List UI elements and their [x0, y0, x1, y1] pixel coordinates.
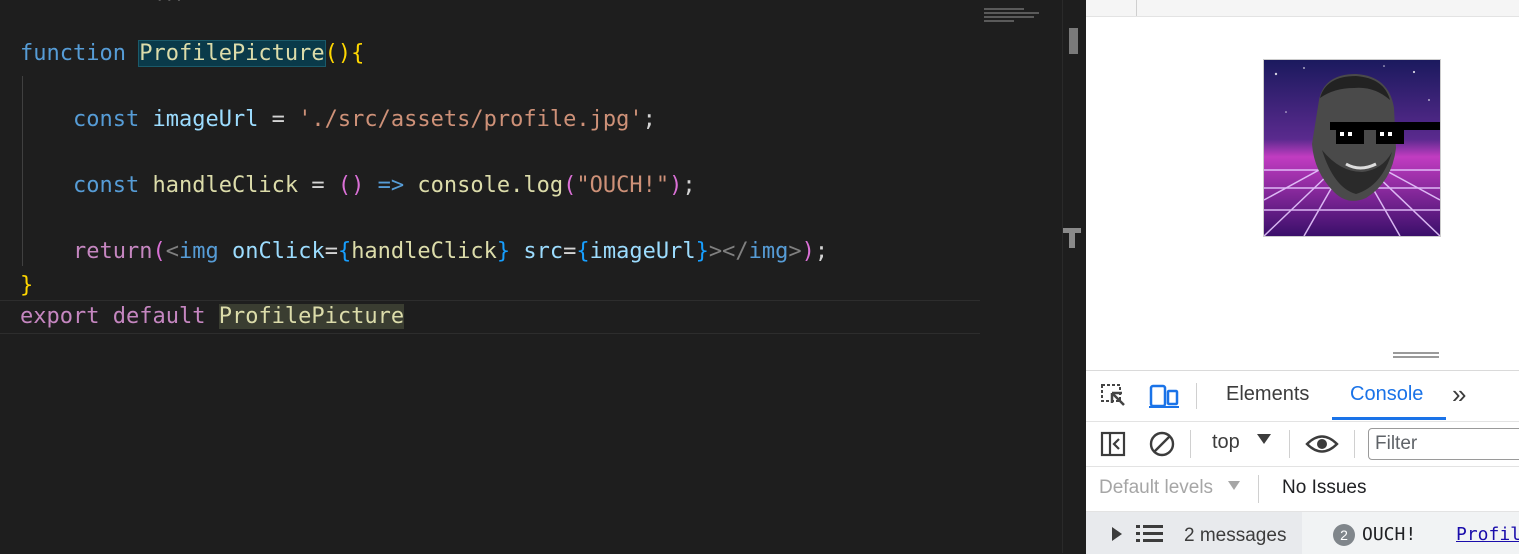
- log-repeat-count-badge: 2: [1333, 524, 1355, 546]
- close-brace: }: [20, 273, 34, 298]
- clear-console-icon[interactable]: [1148, 430, 1176, 458]
- profile-picture-meme-icon: [1264, 60, 1440, 236]
- list-icon: [1136, 524, 1164, 544]
- string-literal: "OUCH!": [576, 173, 670, 198]
- jsx-close-tag-name: img: [748, 239, 789, 264]
- jsx-brace: {: [576, 239, 590, 264]
- browser-top-bar: [1086, 0, 1519, 17]
- context-selector[interactable]: top: [1212, 431, 1240, 454]
- jsx-gt: >: [708, 239, 723, 264]
- messages-sidebar-item[interactable]: 2 messages: [1086, 512, 1302, 554]
- keyword-export: export: [20, 304, 100, 329]
- cursor-position-marker: [1063, 228, 1081, 248]
- issues-status[interactable]: No Issues: [1282, 477, 1366, 499]
- code-line-3[interactable]: const handleClick = () => console.log("O…: [20, 170, 696, 202]
- jsx-close-gt: >: [788, 239, 802, 264]
- paren-open: (: [152, 239, 166, 264]
- jsx-close-lt: </: [722, 239, 749, 264]
- console-messages-row: 2 messages 2 OUCH! Profil: [1086, 512, 1519, 554]
- jsx-attr-onclick: onClick: [231, 239, 325, 264]
- scrollbar-thumb[interactable]: [1069, 28, 1078, 54]
- chevron-down-icon[interactable]: [1257, 434, 1271, 444]
- device-toolbar-icon[interactable]: [1148, 383, 1180, 409]
- keyword-const: const: [72, 107, 140, 132]
- tab-console[interactable]: Console: [1350, 383, 1423, 406]
- variable-name: imageUrl: [152, 107, 259, 132]
- panel-resize-handle[interactable]: [1393, 350, 1439, 360]
- code-line-5[interactable]: }: [20, 270, 33, 302]
- inspect-element-icon[interactable]: [1100, 383, 1128, 409]
- more-tabs-icon[interactable]: »: [1452, 379, 1466, 410]
- messages-count-label: 2 messages: [1184, 525, 1287, 546]
- jsx-value-handleclick: handleClick: [351, 239, 497, 264]
- semicolon: ;: [814, 239, 829, 264]
- keyword-function: function: [20, 41, 126, 66]
- keyword-default: default: [112, 304, 206, 329]
- export-name: ProfilePicture: [218, 304, 405, 329]
- sidebar-toggle-icon[interactable]: [1100, 431, 1126, 457]
- code-line-2[interactable]: const imageUrl = './src/assets/profile.j…: [20, 104, 656, 136]
- keyword-return: return: [72, 239, 153, 264]
- active-tab-indicator: [1332, 417, 1446, 420]
- paren-close: ): [801, 239, 815, 264]
- paren-open: (: [563, 173, 577, 198]
- profile-picture[interactable]: [1263, 59, 1441, 237]
- filter-input[interactable]: [1368, 428, 1519, 460]
- jsx-brace: }: [695, 239, 709, 264]
- jsx-lt: <: [165, 239, 179, 264]
- log-source-link[interactable]: Profil: [1456, 524, 1519, 545]
- paren-close: ): [669, 173, 683, 198]
- levels-bar: Default levels No Issues: [1086, 467, 1519, 512]
- open-brace: {: [351, 41, 365, 66]
- jsx-value-imageurl: imageUrl: [589, 239, 696, 264]
- devtools-panel: Elements Console » top Default levels: [1086, 370, 1519, 554]
- arrow-operator: =>: [364, 173, 418, 198]
- console-log-message: OUCH!: [1362, 524, 1417, 545]
- jsx-tag-name: img: [178, 239, 219, 264]
- jsx-attr-src: src: [523, 239, 564, 264]
- editor-scrollbar[interactable]: [1062, 0, 1086, 553]
- jsx-eq: =: [563, 239, 577, 264]
- arrow-params: (): [337, 173, 365, 198]
- console-toolbar: top: [1086, 422, 1519, 467]
- tab-elements[interactable]: Elements: [1226, 383, 1309, 406]
- jsx-eq: =: [324, 239, 338, 264]
- minimap[interactable]: [984, 6, 1044, 26]
- keyword-const: const: [72, 173, 140, 198]
- code-line-6[interactable]: export default ProfilePicture: [20, 301, 405, 333]
- semicolon: ;: [642, 107, 656, 132]
- semicolon: ;: [682, 173, 696, 198]
- jsx-brace: {: [337, 239, 352, 264]
- default-levels-dropdown[interactable]: Default levels: [1099, 477, 1213, 499]
- code-editor[interactable]: ... function ProfilePicture(){ const ima…: [0, 0, 1086, 553]
- assign-operator: =: [298, 173, 338, 198]
- previous-line-fragment: ...: [20, 0, 184, 6]
- devtools-tab-bar: Elements Console »: [1086, 371, 1519, 422]
- variable-name: handleClick: [152, 173, 299, 198]
- console-log-call: console.log: [417, 173, 564, 198]
- browser-preview: Elements Console » top Default levels: [1086, 0, 1519, 554]
- chevron-down-icon[interactable]: [1228, 481, 1240, 490]
- string-literal: './src/assets/profile.jpg': [298, 107, 643, 132]
- code-line-1[interactable]: function ProfilePicture(){: [20, 38, 364, 70]
- assign-operator: =: [258, 107, 299, 132]
- function-name: ProfilePicture: [138, 40, 326, 67]
- paren: (): [324, 41, 352, 66]
- expand-arrow-icon[interactable]: [1110, 526, 1124, 542]
- code-line-4[interactable]: return(<img onClick={handleClick} src={i…: [20, 236, 828, 268]
- jsx-brace: }: [496, 239, 511, 264]
- eye-icon[interactable]: [1305, 431, 1339, 457]
